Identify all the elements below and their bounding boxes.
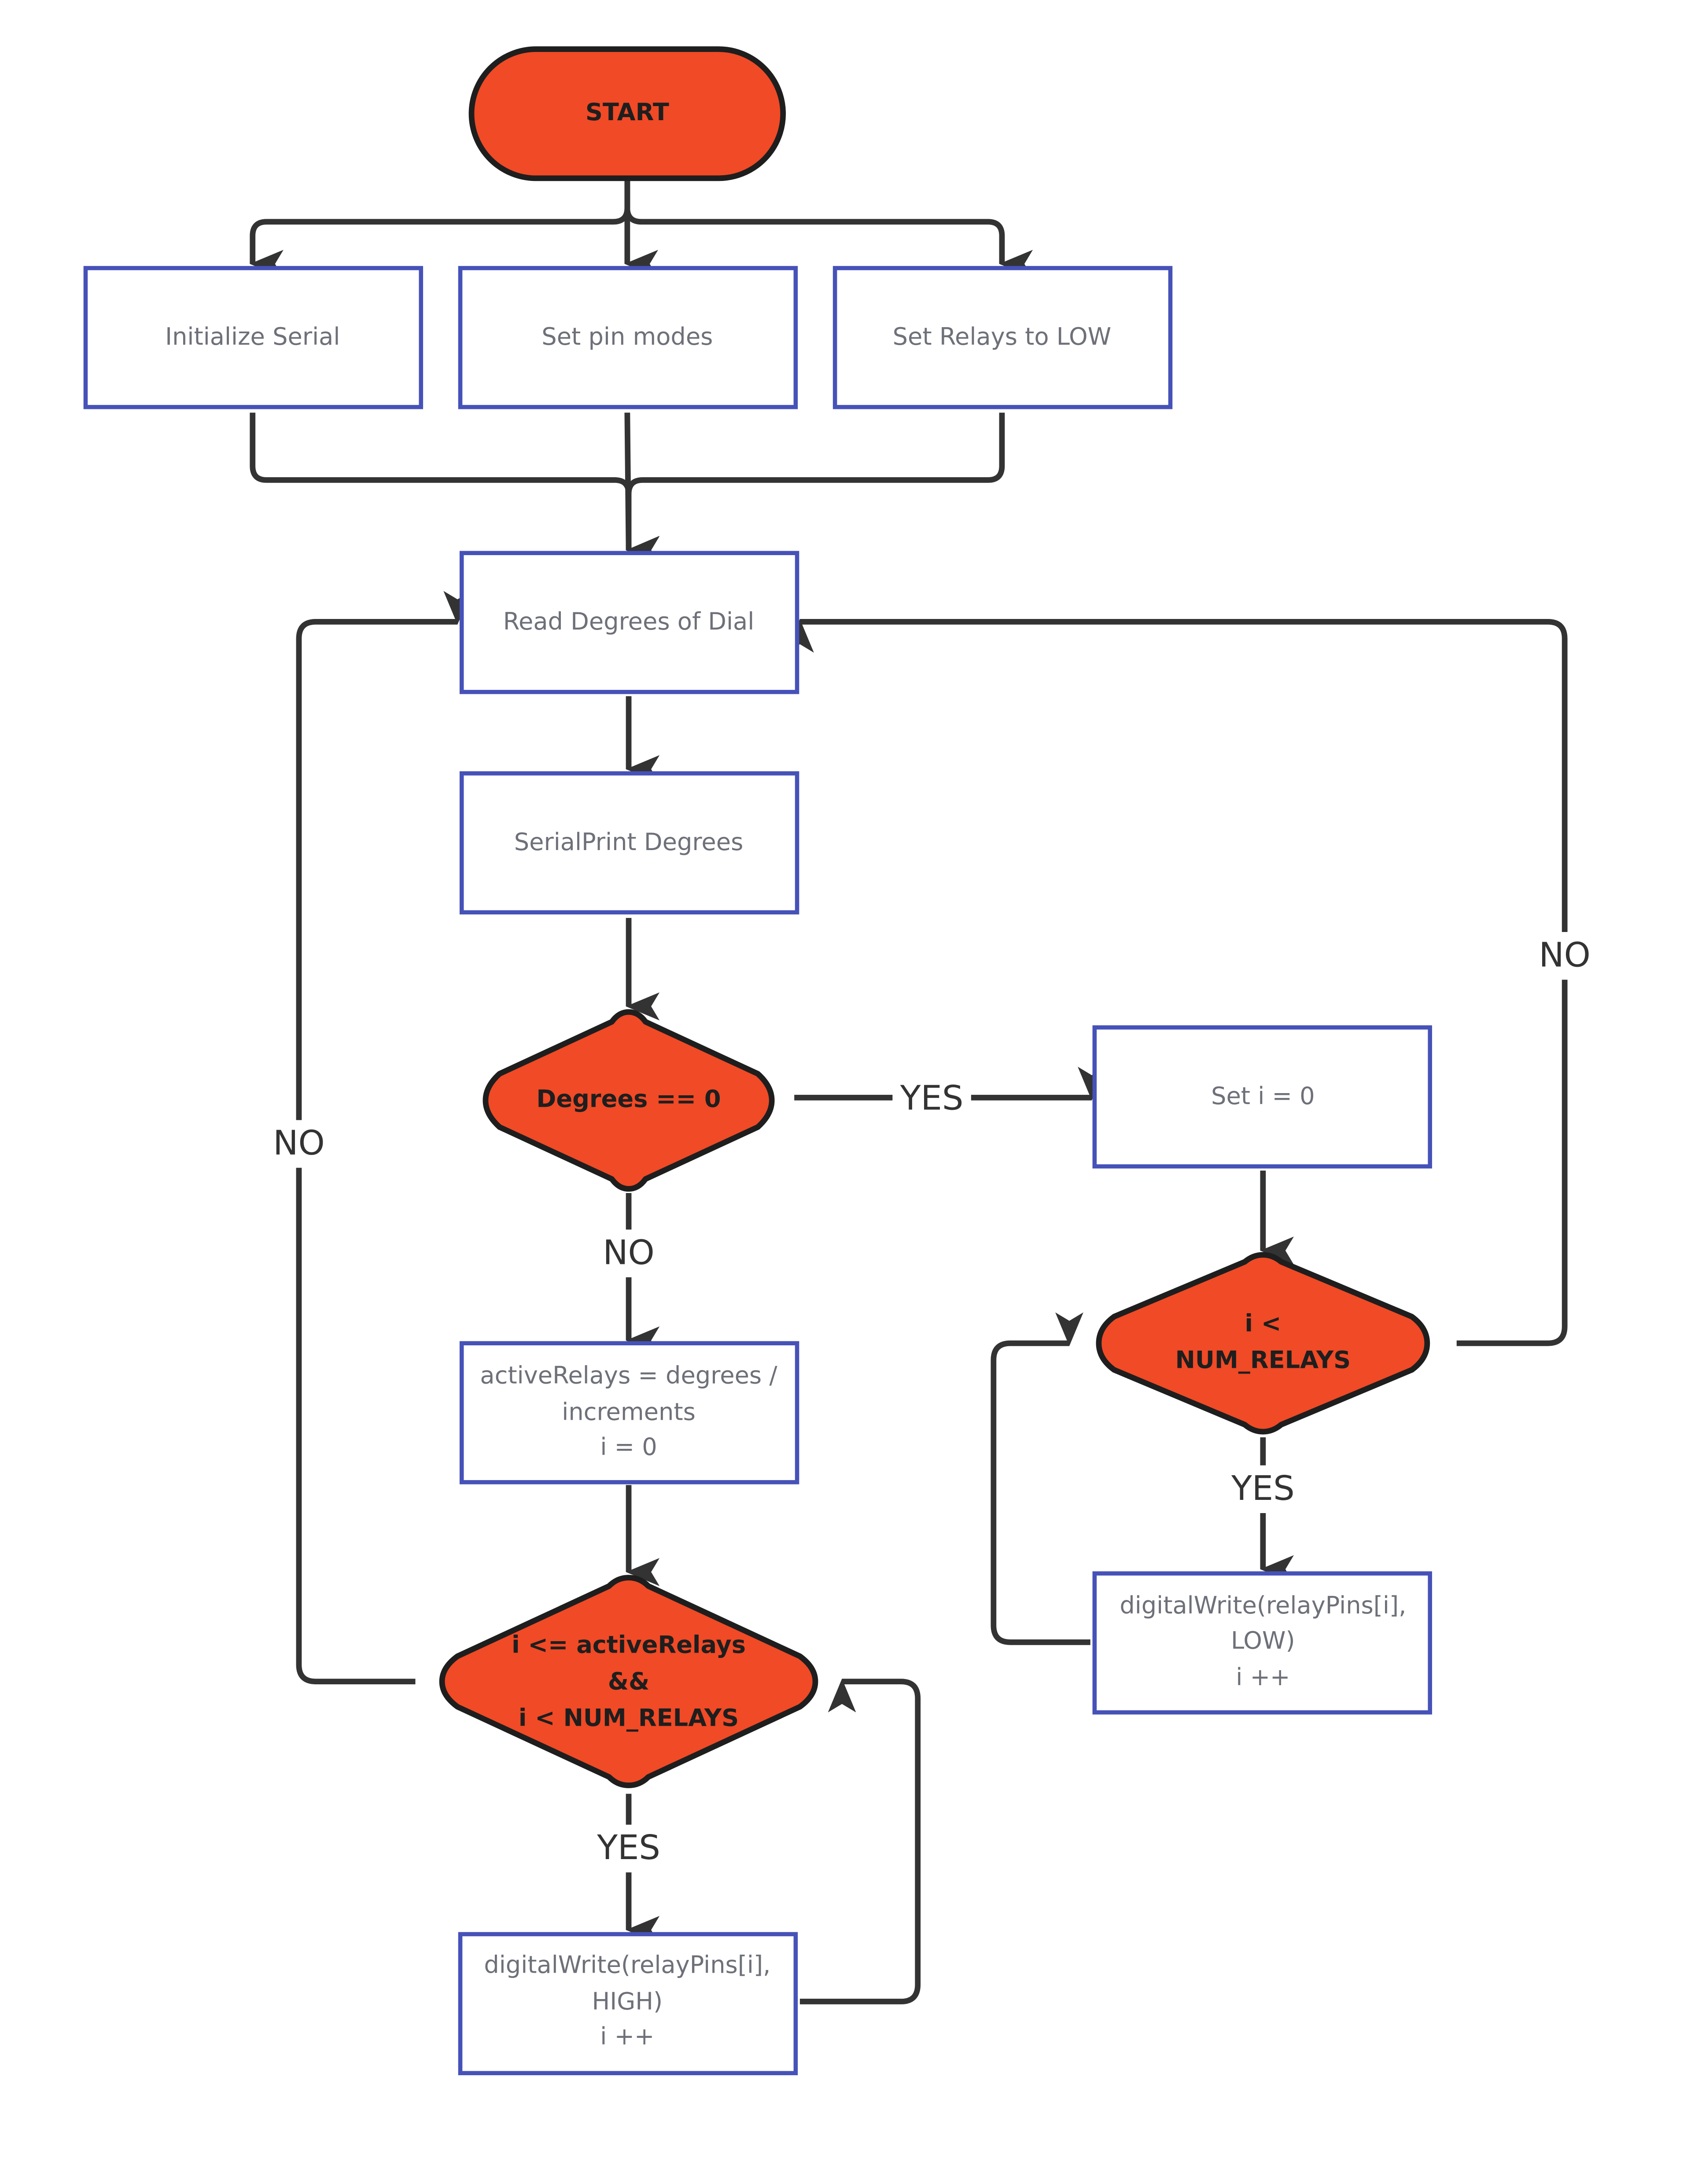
node-serial-print: SerialPrint Degrees bbox=[459, 771, 799, 915]
node-start: START bbox=[468, 46, 786, 181]
node-set-pin-modes-label: Set pin modes bbox=[541, 323, 713, 350]
node-active-relays: activeRelays = degrees / increments i = … bbox=[459, 1341, 799, 1484]
edge-label-yes-loop: YES bbox=[597, 1828, 660, 1867]
node-set-i-zero-label: Set i = 0 bbox=[1211, 1082, 1315, 1110]
node-write-low: digitalWrite(relayPins[i], LOW) i ++ bbox=[1092, 1571, 1432, 1715]
edge-label-no-loop: NO bbox=[273, 1124, 324, 1163]
edge-start-to-init-serial bbox=[250, 180, 630, 278]
node-degrees-zero: Degrees == 0 bbox=[483, 1009, 775, 1192]
edge-init-serial-to-read bbox=[250, 412, 660, 564]
node-write-high: digitalWrite(relayPins[i], HIGH) i ++ bbox=[458, 1932, 798, 2075]
edge-write-low-loopback bbox=[991, 1312, 1090, 1645]
edge-label-no-off: NO bbox=[1539, 935, 1590, 975]
edge-set-relays-low-to-read bbox=[626, 412, 1005, 494]
edge-label-yes-off: YES bbox=[1231, 1469, 1295, 1508]
edge-set-pin-modes-to-read bbox=[624, 412, 660, 564]
node-start-label: START bbox=[586, 98, 669, 126]
node-write-high-line-3: i ++ bbox=[600, 2022, 654, 2050]
node-set-relays-low-label: Set Relays to LOW bbox=[893, 323, 1112, 350]
node-init-serial: Initialize Serial bbox=[83, 266, 424, 409]
node-write-low-line-1: digitalWrite(relayPins[i], bbox=[1120, 1591, 1406, 1619]
node-write-high-line-1: digitalWrite(relayPins[i], bbox=[484, 1951, 770, 1978]
node-read-degrees: Read Degrees of Dial bbox=[459, 551, 799, 694]
edge-off-cond-no bbox=[786, 619, 1568, 1346]
node-set-pin-modes: Set pin modes bbox=[458, 266, 798, 409]
node-loop-cond-line-2: && bbox=[608, 1667, 650, 1695]
node-write-high-line-2: HIGH) bbox=[592, 1987, 663, 2015]
node-set-relays-low: Set Relays to LOW bbox=[832, 266, 1173, 409]
node-loop-cond-line-1: i <= activeRelays bbox=[512, 1631, 746, 1659]
node-set-i-zero: Set i = 0 bbox=[1092, 1025, 1432, 1169]
node-write-low-line-2: LOW) bbox=[1231, 1627, 1295, 1654]
node-off-cond-line-2: NUM_RELAYS bbox=[1175, 1346, 1351, 1374]
node-active-relays-line-3: i = 0 bbox=[600, 1433, 657, 1461]
node-loop-cond: i <= activeRelays && i < NUM_RELAYS bbox=[439, 1575, 818, 1788]
node-off-cond-line-1: i < bbox=[1245, 1309, 1281, 1337]
node-loop-cond-line-3: i < NUM_RELAYS bbox=[519, 1704, 739, 1731]
node-write-low-line-3: i ++ bbox=[1236, 1663, 1290, 1691]
edge-write-high-loopback bbox=[799, 1679, 921, 2004]
edge-start-to-set-relays-low bbox=[624, 180, 1033, 278]
node-active-relays-line-2: increments bbox=[562, 1398, 696, 1425]
node-init-serial-label: Initialize Serial bbox=[165, 323, 340, 350]
edge-label-no-degrees: NO bbox=[603, 1233, 654, 1272]
node-read-degrees-label: Read Degrees of Dial bbox=[503, 608, 754, 635]
nodes: START Initialize Serial Set pin modes Se… bbox=[83, 46, 1432, 2075]
node-degrees-zero-label: Degrees == 0 bbox=[536, 1085, 721, 1112]
flowchart-canvas: YES NO YES NO YES NO START Initialize Se… bbox=[83, 46, 1599, 2075]
node-active-relays-line-1: activeRelays = degrees / bbox=[480, 1361, 777, 1389]
edge-label-yes-degrees: YES bbox=[900, 1079, 964, 1118]
node-off-cond: i < NUM_RELAYS bbox=[1096, 1252, 1430, 1435]
node-serial-print-label: SerialPrint Degrees bbox=[514, 828, 744, 856]
